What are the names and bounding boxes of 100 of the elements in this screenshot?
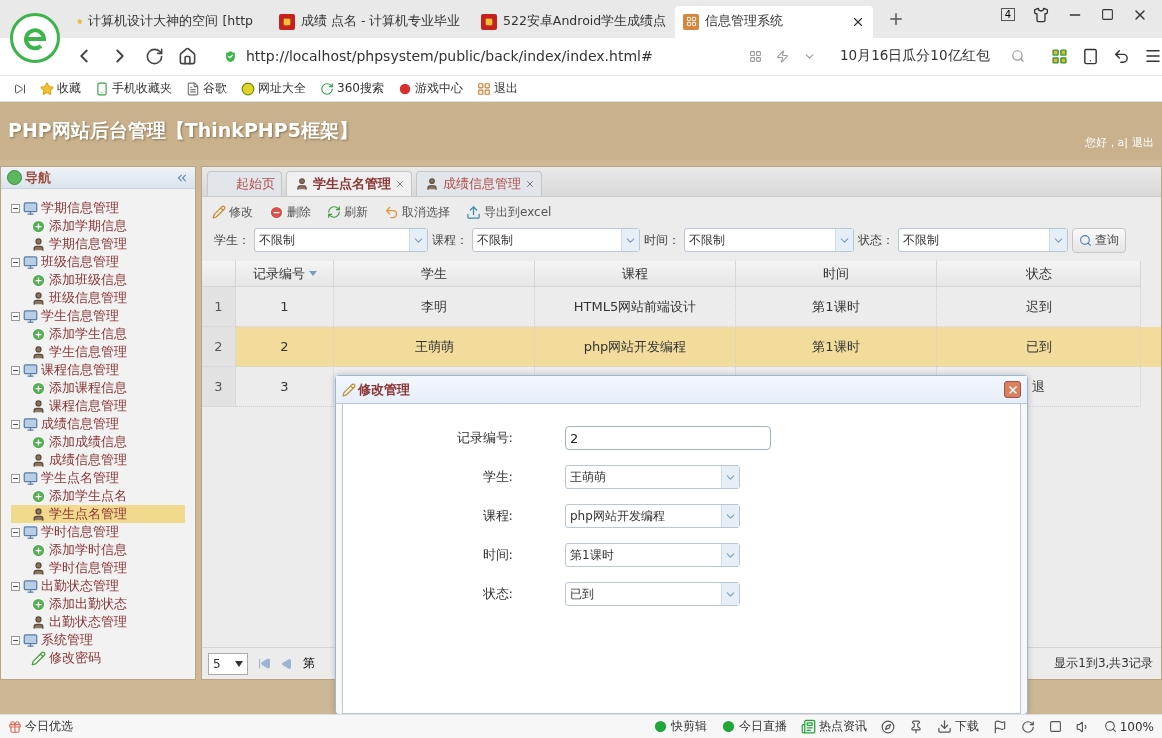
tree-item[interactable]: 添加学生信息 <box>11 325 195 343</box>
apps-icon[interactable] <box>1051 47 1068 65</box>
tree-item[interactable]: 添加学生点名 <box>11 487 195 505</box>
tree-group[interactable]: 课程信息管理 <box>11 361 195 379</box>
browser-tab[interactable]: 信息管理系统 <box>675 5 873 38</box>
collapse-icon[interactable] <box>11 311 20 321</box>
tree-item[interactable]: 出勤状态管理 <box>11 613 195 631</box>
toolbar-button[interactable]: 删除 <box>269 203 311 221</box>
page-size-select[interactable]: 5 <box>208 652 248 675</box>
search-field[interactable]: 10月16日瓜分10亿红包 <box>840 47 1025 66</box>
toolbar-button[interactable]: 导出到excel <box>466 203 552 221</box>
tree-item[interactable]: 添加出勤状态 <box>11 595 195 613</box>
toolbar-button[interactable]: 刷新 <box>327 203 368 221</box>
flag-icon[interactable] <box>992 719 1007 734</box>
bookmark-link[interactable]: 网址大全 <box>241 80 306 97</box>
tree-item[interactable]: 学生信息管理 <box>11 343 195 361</box>
tree-item[interactable]: 学时信息管理 <box>11 559 195 577</box>
select-field[interactable]: php网站开发编程 <box>565 504 740 528</box>
select-field[interactable]: 第1课时 <box>565 543 740 567</box>
pin-icon[interactable] <box>908 719 923 734</box>
page-tab[interactable]: 学生点名管理 <box>286 171 412 196</box>
tree-item[interactable]: 成绩信息管理 <box>11 451 195 469</box>
sidebar-toggle-icon[interactable] <box>14 82 26 95</box>
tree-group[interactable]: 学时信息管理 <box>11 523 195 541</box>
collapse-icon[interactable] <box>11 527 20 537</box>
collapse-icon[interactable] <box>11 581 20 591</box>
status-link[interactable]: 下载 <box>936 718 979 735</box>
table-row[interactable]: 2 2 王萌萌 php网站开发编程 第1课时 已到 <box>202 327 1161 367</box>
lightning-icon[interactable] <box>776 49 789 63</box>
toolbar-button[interactable]: 取消选择 <box>384 203 450 221</box>
collapse-icon[interactable] <box>11 419 20 429</box>
input-field[interactable]: 2 <box>565 426 771 450</box>
page-icon <box>481 13 497 30</box>
column-header[interactable]: 记录编号 <box>236 261 334 287</box>
download-icon <box>936 719 952 734</box>
tree-item[interactable]: 添加成绩信息 <box>11 433 195 451</box>
status-link[interactable]: 热点资讯 <box>800 718 867 735</box>
column-header[interactable]: 学生 <box>334 261 535 287</box>
toolbar-button[interactable]: 修改 <box>212 203 253 221</box>
tablet-icon[interactable] <box>1082 47 1099 65</box>
tree-group[interactable]: 成绩信息管理 <box>11 415 195 433</box>
filter-select[interactable]: 不限制 <box>254 228 428 252</box>
collapse-icon[interactable] <box>11 365 20 375</box>
address-field[interactable]: http://localhost/phpsystem/public/back/index/index.html# <box>215 42 735 71</box>
tree-item[interactable]: 添加学时信息 <box>11 541 195 559</box>
tree-group[interactable]: 学期信息管理 <box>11 199 195 217</box>
select-field[interactable]: 已到 <box>565 582 740 606</box>
window-icon[interactable] <box>1048 720 1062 733</box>
page-tab[interactable]: 起始页 <box>207 171 282 196</box>
select-field[interactable]: 王萌萌 <box>565 465 740 489</box>
status-link[interactable]: 今日直播 <box>720 718 787 735</box>
bookmark-link[interactable]: 游戏中心 <box>397 80 463 97</box>
filter-select[interactable]: 不限制 <box>684 228 854 252</box>
home-icon[interactable] <box>178 46 197 66</box>
bookmark-link[interactable]: 收藏 <box>40 80 81 97</box>
tree-item[interactable]: 课程信息管理 <box>11 397 195 415</box>
filter-select[interactable]: 不限制 <box>898 228 1068 252</box>
tree-item[interactable]: 添加学期信息 <box>11 217 195 235</box>
browser-tab[interactable]: 计算机设计大神的空间 [http <box>69 5 267 38</box>
close-button[interactable] <box>1004 381 1021 398</box>
user-icon <box>31 236 46 252</box>
tree-item[interactable]: 修改密码 <box>11 649 195 667</box>
search-button[interactable]: 查询 <box>1072 227 1126 253</box>
bookmark-link[interactable]: 手机收藏夹 <box>95 80 172 97</box>
column-header[interactable]: 时间 <box>736 261 937 287</box>
zoom-control[interactable]: 100% <box>1103 719 1154 734</box>
compass-icon[interactable] <box>880 719 895 734</box>
undo-icon[interactable] <box>1113 47 1130 65</box>
tree-item[interactable]: 班级信息管理 <box>11 289 195 307</box>
tree-item[interactable]: 添加班级信息 <box>11 271 195 289</box>
status-link[interactable]: 快剪辑 <box>652 718 707 735</box>
tree-group[interactable]: 班级信息管理 <box>11 253 195 271</box>
refresh-icon[interactable] <box>1020 719 1035 734</box>
browser-tab[interactable]: 522安卓Android学生成绩点 <box>473 5 671 38</box>
collapse-icon[interactable] <box>11 257 20 267</box>
tree-item[interactable]: 学期信息管理 <box>11 235 195 253</box>
column-header[interactable]: 课程 <box>535 261 736 287</box>
column-header[interactable]: 状态 <box>937 261 1141 287</box>
bookmark-link[interactable]: 谷歌 <box>186 80 227 97</box>
shirt-icon[interactable] <box>1033 6 1049 23</box>
tree-group[interactable]: 学生信息管理 <box>11 307 195 325</box>
status-link[interactable]: 今日优选 <box>8 718 73 735</box>
tab-count[interactable]: 4 <box>1000 8 1015 22</box>
browser-tab[interactable]: 成绩 点名 - 计算机专业毕业 <box>271 5 469 38</box>
reload-icon[interactable] <box>145 46 164 66</box>
tree-item[interactable]: 学生点名管理 <box>11 505 185 523</box>
filter-select[interactable]: 不限制 <box>472 228 640 252</box>
tree-group[interactable]: 学生点名管理 <box>11 469 195 487</box>
tree-group[interactable]: 系统管理 <box>11 631 195 649</box>
maximize-icon[interactable] <box>1101 8 1114 22</box>
tree-item[interactable]: 添加课程信息 <box>11 379 195 397</box>
bookmark-link[interactable]: 360搜索 <box>320 80 384 97</box>
page-tab[interactable]: 成绩信息管理 <box>416 171 542 196</box>
collapse-icon[interactable] <box>11 473 20 483</box>
collapse-icon[interactable] <box>11 635 20 645</box>
bookmark-link[interactable]: 退出 <box>476 80 518 97</box>
gift-icon <box>8 719 22 734</box>
tree-group[interactable]: 出勤状态管理 <box>11 577 195 595</box>
collapse-icon[interactable] <box>11 203 20 213</box>
grid-icon[interactable] <box>749 49 762 63</box>
